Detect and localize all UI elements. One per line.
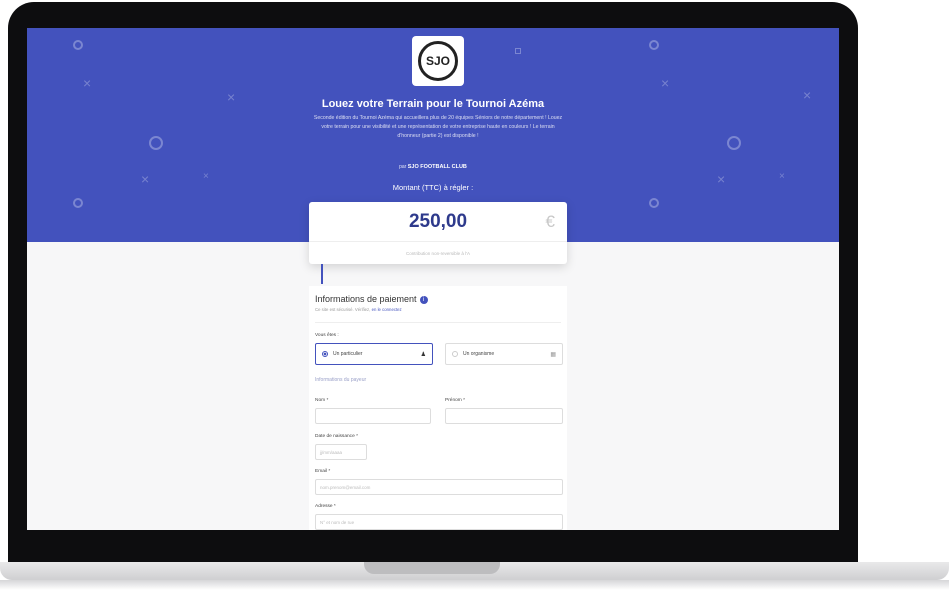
organizer-name[interactable]: SJO FOOTBALL CLUB — [408, 164, 467, 170]
circle-decoration-icon — [73, 198, 83, 208]
option-individual[interactable]: Un particulier ♟ — [315, 343, 433, 365]
square-decoration-icon — [515, 48, 521, 54]
laptop-shadow — [0, 580, 949, 590]
circle-decoration-icon — [73, 40, 83, 50]
step-indicator — [321, 264, 323, 284]
adresse-label: Adresse * — [315, 504, 336, 509]
laptop-notch — [364, 562, 500, 574]
nom-label: Nom * — [315, 398, 329, 403]
prenom-label: Prénom * — [445, 398, 465, 403]
amount-input[interactable]: 250,00 € — [309, 202, 567, 242]
person-icon: ♟ — [420, 352, 426, 358]
login-link[interactable]: en le connectez — [372, 307, 402, 312]
email-field[interactable]: nom.prenom@email.com — [315, 479, 563, 495]
organizer-prefix: par — [399, 164, 407, 170]
option-organization[interactable]: Un organisme ▦ — [445, 343, 563, 365]
amount-card: 250,00 € Contribution non-reversible à l… — [309, 202, 567, 264]
dob-field[interactable]: jj/mm/aaaa — [315, 444, 367, 460]
cross-decoration-icon: × — [203, 171, 209, 182]
amount-hint: Contribution non-reversible à l'A — [406, 251, 470, 256]
form-title: Informations de paiement i — [315, 294, 428, 304]
payment-form: Informations de paiement i Ce site est sé… — [309, 286, 567, 530]
you-are-label: Vous êtes : — [315, 333, 339, 338]
radio-unchecked-icon — [452, 351, 458, 357]
club-logo-badge: SJO — [418, 41, 458, 81]
cross-decoration-icon: × — [83, 75, 92, 91]
info-icon[interactable]: i — [419, 296, 428, 304]
organizer-line: par SJO FOOTBALL CLUB — [27, 164, 839, 170]
payer-section-title: Informations du payeur — [315, 377, 367, 383]
cross-decoration-icon: × — [779, 171, 785, 182]
option-organization-label: Un organisme — [463, 351, 495, 357]
campaign-title: Louez votre Terrain pour le Tournoi Azém… — [321, 98, 545, 110]
circle-decoration-icon — [727, 136, 741, 150]
radio-checked-icon — [322, 351, 328, 357]
form-subtitle: Ce site est sécurisé. Vérifiez, en le co… — [315, 307, 402, 312]
form-title-text: Informations de paiement — [315, 294, 417, 304]
amount-value: 250,00 — [408, 210, 468, 232]
laptop-mockup: × × × × × × × × SJO Louez votre Terrain … — [0, 0, 949, 592]
dob-label: Date de naissance * — [315, 434, 358, 439]
email-label: Email * — [315, 469, 331, 474]
cross-decoration-icon: × — [661, 75, 670, 91]
circle-decoration-icon — [149, 136, 163, 150]
club-logo: SJO — [412, 36, 464, 86]
browser-screen: × × × × × × × × SJO Louez votre Terrain … — [27, 28, 839, 530]
campaign-description: Seconde édition du Tournoi Azéma qui acc… — [313, 115, 563, 139]
nom-field[interactable] — [315, 408, 431, 424]
amount-label: Montant (TTC) à régler : — [392, 183, 474, 192]
form-subtitle-text: Ce site est sécurisé. Vérifiez, — [315, 307, 371, 312]
circle-decoration-icon — [649, 198, 659, 208]
adresse-field[interactable]: N° et nom de rue — [315, 514, 563, 530]
circle-decoration-icon — [649, 40, 659, 50]
divider — [315, 322, 561, 323]
euro-icon: € — [545, 212, 555, 231]
option-individual-label: Un particulier — [333, 351, 363, 357]
building-icon: ▦ — [550, 352, 556, 358]
prenom-field[interactable] — [445, 408, 563, 424]
